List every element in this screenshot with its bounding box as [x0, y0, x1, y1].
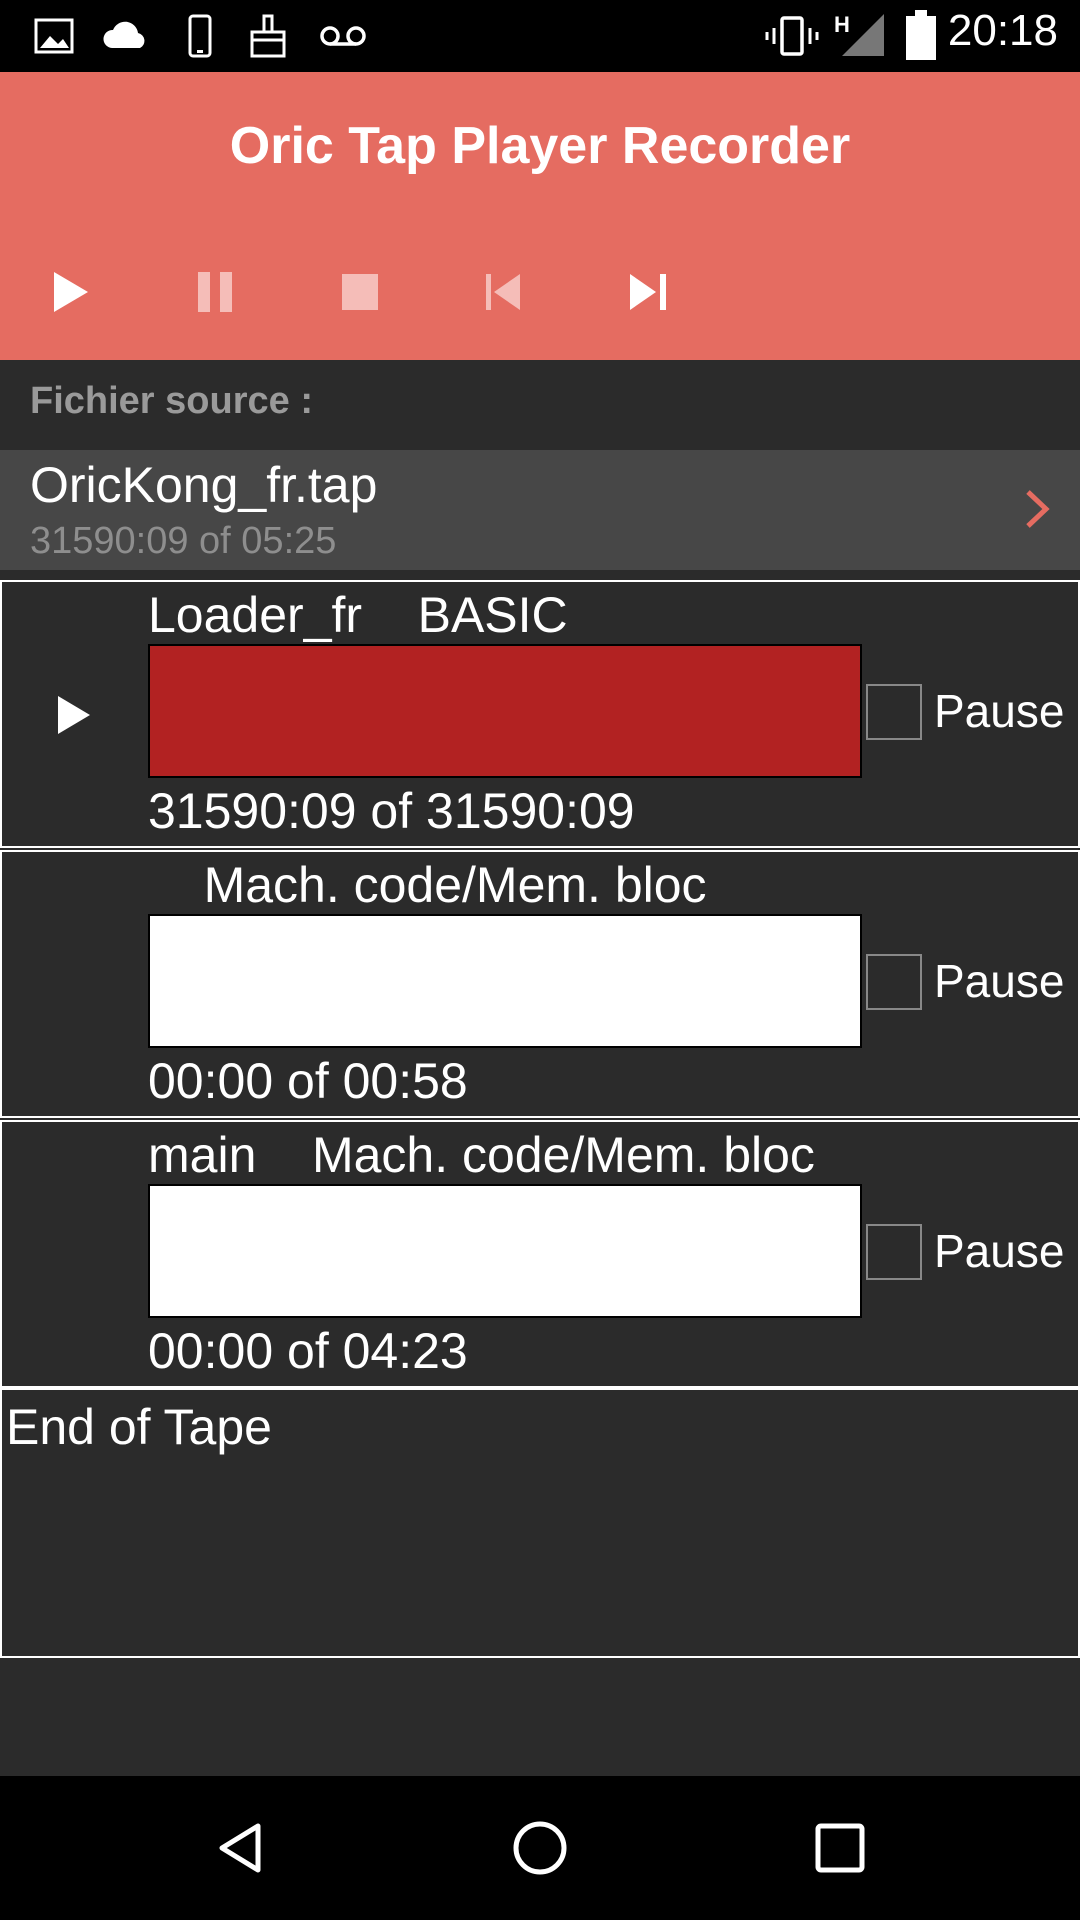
back-icon[interactable] [210, 1818, 270, 1878]
end-of-tape-label: End of Tape [6, 1399, 272, 1455]
tape-block: Loader_fr BASIC Pause 31590:09 of 31590:… [0, 580, 1080, 848]
pause-button[interactable] [184, 260, 248, 324]
cloud-icon [103, 21, 145, 48]
app-bar: Oric Tap Player Recorder [0, 72, 1080, 360]
pause-label: Pause [934, 685, 1065, 737]
voicemail-icon [320, 26, 366, 46]
skip-next-button[interactable] [616, 260, 680, 324]
play-button[interactable] [38, 260, 102, 324]
play-icon [54, 272, 88, 312]
recents-icon[interactable] [810, 1818, 870, 1878]
home-icon[interactable] [510, 1818, 570, 1878]
tape-block: Mach. code/Mem. bloc Pause 00:00 of 00:5… [0, 850, 1080, 1118]
end-of-tape-block: End of Tape [0, 1388, 1080, 1658]
block-progress-bar [148, 644, 862, 778]
pause-checkbox[interactable] [866, 954, 922, 1010]
stop-button[interactable] [328, 260, 392, 324]
source-file-label: Fichier source : [30, 380, 313, 422]
phone-icon [188, 14, 212, 58]
brush-icon [250, 14, 286, 58]
pause-checkbox[interactable] [866, 1224, 922, 1280]
tape-block: main Mach. code/Mem. bloc Pause 00:00 of… [0, 1120, 1080, 1388]
block-progress-bar [148, 1184, 862, 1318]
skip-previous-button[interactable] [472, 260, 536, 324]
skip-previous-icon [486, 274, 520, 310]
source-file-name: OricKong_fr.tap [30, 457, 378, 513]
skip-next-icon [630, 274, 666, 310]
source-file-time: 31590:09 of 05:25 [30, 520, 337, 562]
block-title: main Mach. code/Mem. bloc [148, 1127, 815, 1183]
block-time: 00:00 of 00:58 [148, 1053, 468, 1109]
navigation-bar [0, 1776, 1080, 1920]
vibrate-icon [765, 16, 819, 56]
battery-icon [906, 10, 936, 60]
clock: 20:18 [947, 6, 1058, 55]
pause-label: Pause [934, 955, 1065, 1007]
block-title: Mach. code/Mem. bloc [148, 857, 707, 913]
pause-label: Pause [934, 1225, 1065, 1277]
play-icon [58, 696, 90, 734]
source-file-row[interactable]: OricKong_fr.tap 31590:09 of 05:25 [0, 450, 1080, 570]
stop-icon [342, 274, 378, 310]
signal-h-icon [842, 14, 884, 56]
block-progress-fill [150, 646, 860, 776]
block-time: 00:00 of 04:23 [148, 1323, 468, 1379]
pause-icon [198, 272, 232, 312]
chevron-right-icon [1026, 490, 1050, 528]
block-time: 31590:09 of 31590:09 [148, 783, 635, 839]
image-icon [34, 18, 74, 54]
block-progress-bar [148, 914, 862, 1048]
block-title: Loader_fr BASIC [148, 587, 568, 643]
pause-checkbox[interactable] [866, 684, 922, 740]
app-title: Oric Tap Player Recorder [229, 117, 851, 175]
status-bar: H 20:18 [0, 0, 1080, 72]
